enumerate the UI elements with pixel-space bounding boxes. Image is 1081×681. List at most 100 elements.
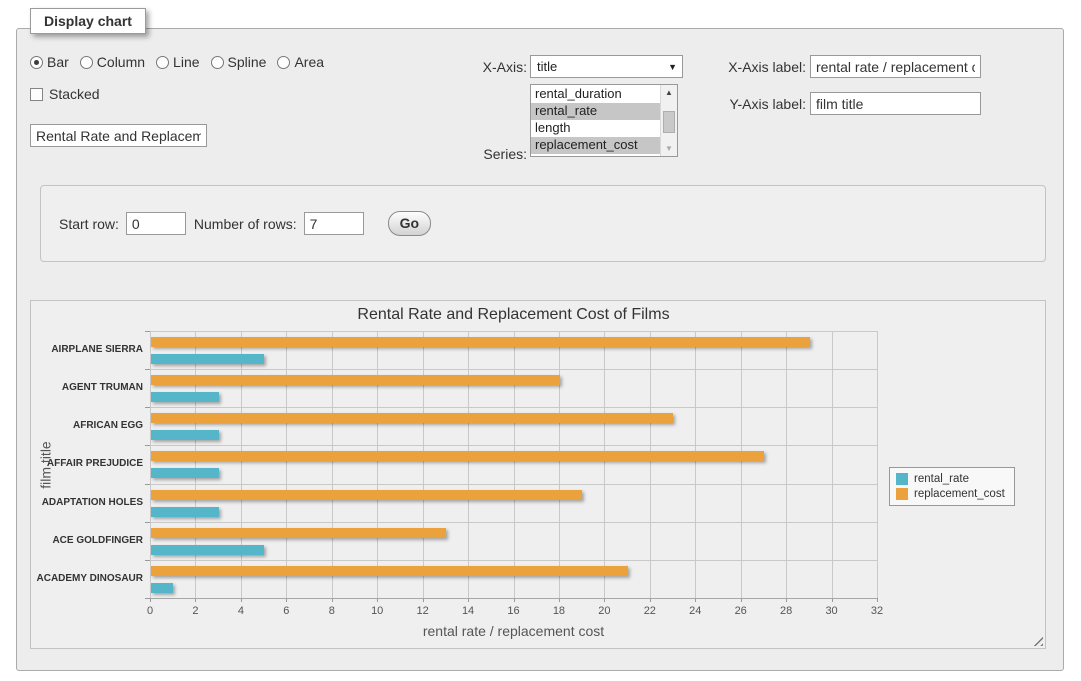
legend-item-replacement_cost[interactable]: replacement_cost xyxy=(896,488,1005,500)
x-axis-label-input[interactable] xyxy=(810,55,981,78)
x-axis-select[interactable]: title ▼ xyxy=(530,55,683,78)
bar-replacement_cost[interactable] xyxy=(151,566,628,576)
series-option-replacement_cost[interactable]: replacement_cost xyxy=(531,137,660,154)
row-range-box: Start row: Number of rows: Go xyxy=(40,185,1046,262)
chart-type-radiogroup: Bar Column Line Spline Area xyxy=(30,54,324,70)
x-axis-selected-value: title xyxy=(537,59,557,74)
y-tick-mark xyxy=(145,407,150,408)
panel-title: Display chart xyxy=(30,8,146,34)
bar-rental_rate[interactable] xyxy=(151,545,264,555)
x-axis-select-label: X-Axis: xyxy=(397,59,527,75)
bar-replacement_cost[interactable] xyxy=(151,375,560,385)
grid-line-x xyxy=(741,331,742,598)
x-tick-label: 8 xyxy=(312,605,352,617)
chart-type-line[interactable]: Line xyxy=(156,54,199,70)
bar-rental_rate[interactable] xyxy=(151,354,264,364)
grid-line-x xyxy=(604,331,605,598)
grid-line-x xyxy=(650,331,651,598)
x-tick-label: 10 xyxy=(357,605,397,617)
radio-icon[interactable] xyxy=(277,56,290,69)
chart-type-bar[interactable]: Bar xyxy=(30,54,69,70)
radio-label: Line xyxy=(173,54,199,70)
bar-rental_rate[interactable] xyxy=(151,392,219,402)
bar-replacement_cost[interactable] xyxy=(151,451,764,461)
legend-label: replacement_cost xyxy=(914,488,1005,500)
x-tick-label: 4 xyxy=(221,605,261,617)
x-tick-label: 20 xyxy=(584,605,624,617)
x-tick-label: 30 xyxy=(812,605,852,617)
grid-line-x xyxy=(150,331,151,598)
grid-line-x xyxy=(877,331,878,598)
chart-type-spline[interactable]: Spline xyxy=(211,54,267,70)
chart-type-column[interactable]: Column xyxy=(80,54,145,70)
x-axis-line xyxy=(150,598,877,599)
series-option-rental_rate[interactable]: rental_rate xyxy=(531,103,660,120)
grid-line-y xyxy=(150,369,877,370)
chart-legend: rental_rate replacement_cost xyxy=(889,467,1015,506)
series-select-label: Series: xyxy=(397,146,527,162)
legend-item-rental_rate[interactable]: rental_rate xyxy=(896,473,1005,485)
bar-replacement_cost[interactable] xyxy=(151,528,446,538)
grid-line-y xyxy=(150,331,877,332)
grid-line-x xyxy=(286,331,287,598)
y-tick-mark xyxy=(145,560,150,561)
radio-label: Column xyxy=(97,54,145,70)
chart-title-input[interactable] xyxy=(30,124,207,147)
go-button[interactable]: Go xyxy=(388,211,431,236)
radio-label: Area xyxy=(294,54,324,70)
grid-line-x xyxy=(832,331,833,598)
stacked-checkbox-row[interactable]: Stacked xyxy=(30,86,100,102)
x-tick-label: 18 xyxy=(539,605,579,617)
radio-label: Spline xyxy=(228,54,267,70)
radio-icon[interactable] xyxy=(80,56,93,69)
series-option-rental_duration[interactable]: rental_duration xyxy=(531,86,660,103)
num-rows-input[interactable] xyxy=(304,212,364,235)
y-axis-title: film title xyxy=(38,441,54,488)
bar-replacement_cost[interactable] xyxy=(151,337,810,347)
grid-line-x xyxy=(786,331,787,598)
start-row-input[interactable] xyxy=(126,212,186,235)
grid-line-x xyxy=(559,331,560,598)
display-chart-panel: BarColumnLineSplineArea Stacked X-Axis: … xyxy=(16,28,1064,671)
x-tick-label: 24 xyxy=(675,605,715,617)
grid-line-y xyxy=(150,484,877,485)
y-tick-mark xyxy=(145,484,150,485)
grid-line-x xyxy=(195,331,196,598)
radio-icon[interactable] xyxy=(156,56,169,69)
y-axis-title-wrap: film title xyxy=(31,331,61,598)
bar-rental_rate[interactable] xyxy=(151,430,219,440)
radio-icon[interactable] xyxy=(211,56,224,69)
scrollbar[interactable]: ▲ ▼ xyxy=(660,85,677,156)
num-rows-label: Number of rows: xyxy=(194,216,297,232)
scroll-down-icon[interactable]: ▼ xyxy=(661,141,677,156)
legend-swatch xyxy=(896,473,908,485)
x-tick-label: 12 xyxy=(403,605,443,617)
scroll-up-icon[interactable]: ▲ xyxy=(661,85,677,100)
x-tick-label: 14 xyxy=(448,605,488,617)
series-listbox[interactable]: rental_durationrental_ratelengthreplacem… xyxy=(530,84,678,157)
grid-line-y xyxy=(150,407,877,408)
y-axis-label-input[interactable] xyxy=(810,92,981,115)
bar-rental_rate[interactable] xyxy=(151,583,173,593)
bar-replacement_cost[interactable] xyxy=(151,413,673,423)
start-row-label: Start row: xyxy=(59,216,119,232)
x-tick-label: 28 xyxy=(766,605,806,617)
chart-type-area[interactable]: Area xyxy=(277,54,324,70)
bar-replacement_cost[interactable] xyxy=(151,490,582,500)
grid-line-x xyxy=(468,331,469,598)
series-option-length[interactable]: length xyxy=(531,120,660,137)
grid-line-x xyxy=(695,331,696,598)
radio-icon[interactable] xyxy=(30,56,43,69)
x-tick-label: 0 xyxy=(130,605,170,617)
y-tick-mark xyxy=(145,522,150,523)
x-tick-label: 32 xyxy=(857,605,897,617)
resize-handle[interactable] xyxy=(1032,635,1043,646)
scrollbar-thumb[interactable] xyxy=(663,111,675,133)
x-tick-label: 22 xyxy=(630,605,670,617)
bar-rental_rate[interactable] xyxy=(151,468,219,478)
grid-line-x xyxy=(514,331,515,598)
radio-label: Bar xyxy=(47,54,69,70)
bar-rental_rate[interactable] xyxy=(151,507,219,517)
grid-line-x xyxy=(377,331,378,598)
stacked-checkbox[interactable] xyxy=(30,88,43,101)
